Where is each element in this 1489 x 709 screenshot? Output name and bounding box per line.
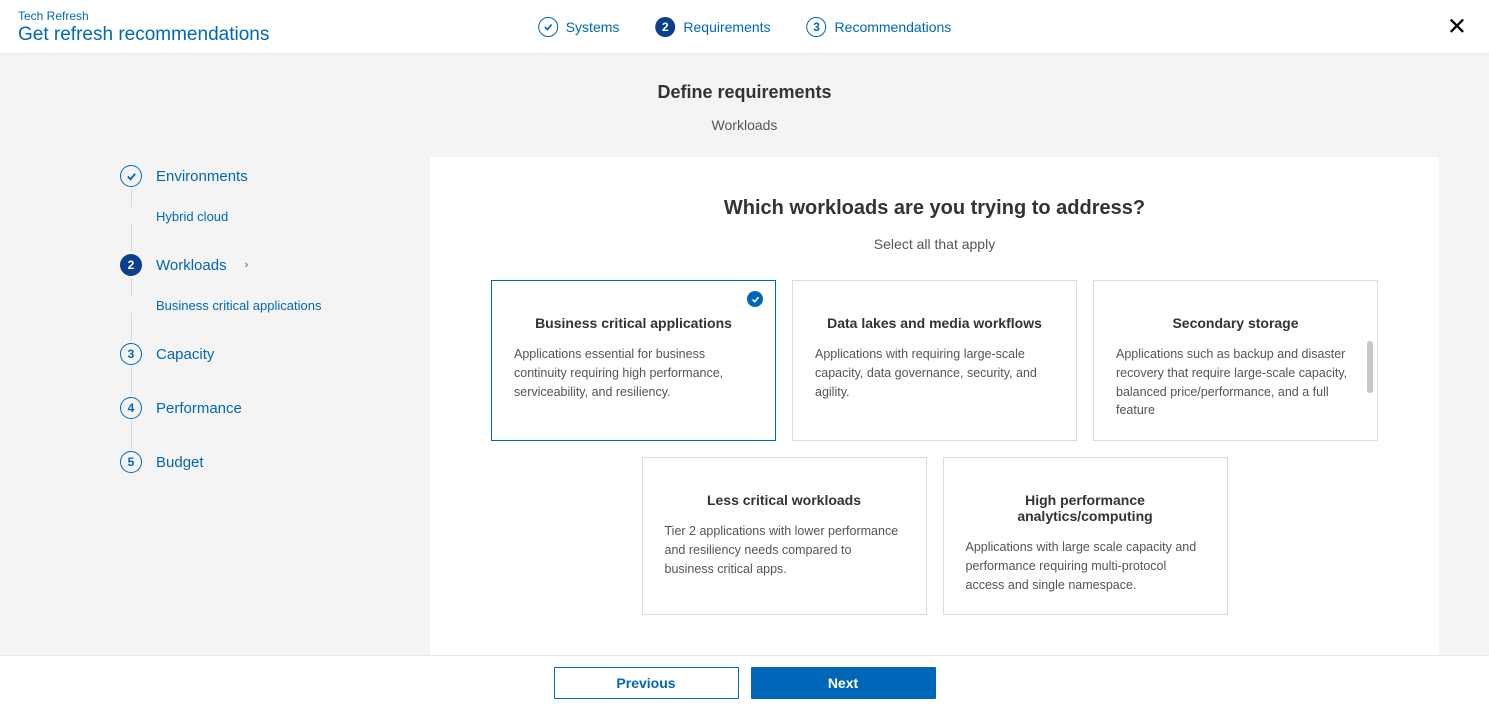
card-desc: Applications with large scale capacity a… [966,538,1205,594]
step-number-icon: 3 [807,17,827,37]
panel-question: Which workloads are you trying to addres… [470,197,1399,220]
step-number-icon: 2 [120,254,142,276]
card-title: Business critical applications [514,315,753,331]
step-systems[interactable]: Systems [538,17,620,37]
section-title: Define requirements [0,82,1489,103]
card-title: Less critical workloads [665,492,904,508]
sidenav-label: Budget [156,454,204,471]
top-stepper: Systems 2 Requirements 3 Recommendations [538,17,952,37]
sidenav-label: Capacity [156,346,214,363]
step-number-icon: 4 [120,397,142,419]
workload-panel: Which workloads are you trying to addres… [430,157,1439,661]
card-desc: Applications with requiring large-scale … [815,345,1054,401]
cards-row-1: Business critical applications Applicati… [470,280,1399,441]
previous-button[interactable]: Previous [554,667,739,699]
step-label: Requirements [683,19,770,35]
close-icon[interactable]: ✕ [1439,8,1475,45]
sidenav-item-capacity[interactable]: 3 Capacity [120,341,430,367]
sidenav-item-performance[interactable]: 4 Performance [120,395,430,421]
step-number-icon: 5 [120,451,142,473]
sidenav-label: Performance [156,400,242,417]
sidenav-label: Workloads [156,257,227,274]
check-icon [747,291,763,307]
wizard-header: Tech Refresh Get refresh recommendations… [0,0,1489,54]
check-icon [538,17,558,37]
next-button[interactable]: Next [751,667,936,699]
requirements-sidenav: Environments Hybrid cloud 2 Workloads › … [120,157,430,661]
check-icon [120,165,142,187]
sidenav-item-environments[interactable]: Environments [120,163,430,189]
card-title: High performance analytics/computing [966,492,1205,524]
subheader: Define requirements Workloads [0,54,1489,133]
card-less-critical[interactable]: Less critical workloads Tier 2 applicati… [642,457,927,615]
sidenav-sub-workloads: Business critical applications [156,298,430,313]
header-eyebrow: Tech Refresh [18,9,282,23]
sidenav-label: Environments [156,168,248,185]
card-business-critical[interactable]: Business critical applications Applicati… [491,280,776,441]
card-title: Secondary storage [1116,315,1355,331]
step-recommendations[interactable]: 3 Recommendations [807,17,952,37]
step-number-icon: 2 [655,17,675,37]
section-subtitle: Workloads [0,117,1489,133]
card-hpc[interactable]: High performance analytics/computing App… [943,457,1228,615]
card-data-lakes[interactable]: Data lakes and media workflows Applicati… [792,280,1077,441]
card-title: Data lakes and media workflows [815,315,1054,331]
card-secondary-storage[interactable]: Secondary storage Applications such as b… [1093,280,1378,441]
cards-row-2: Less critical workloads Tier 2 applicati… [470,457,1399,615]
card-desc: Applications such as backup and disaster… [1116,345,1355,420]
step-requirements[interactable]: 2 Requirements [655,17,770,37]
panel-instruction: Select all that apply [470,236,1399,252]
page-title: Get refresh recommendations [18,23,282,48]
header-title-block: Tech Refresh Get refresh recommendations [0,1,300,52]
step-label: Recommendations [835,19,952,35]
sidenav-item-workloads[interactable]: 2 Workloads › [120,252,430,278]
content-area: Define requirements Workloads Environmen… [0,54,1489,655]
chevron-right-icon: › [245,259,249,271]
step-label: Systems [566,19,620,35]
card-desc: Tier 2 applications with lower performan… [665,522,904,578]
wizard-footer: Previous Next [0,655,1489,709]
step-number-icon: 3 [120,343,142,365]
sidenav-item-budget[interactable]: 5 Budget [120,449,430,475]
card-desc: Applications essential for business cont… [514,345,753,401]
sidenav-sub-environments: Hybrid cloud [156,209,430,224]
